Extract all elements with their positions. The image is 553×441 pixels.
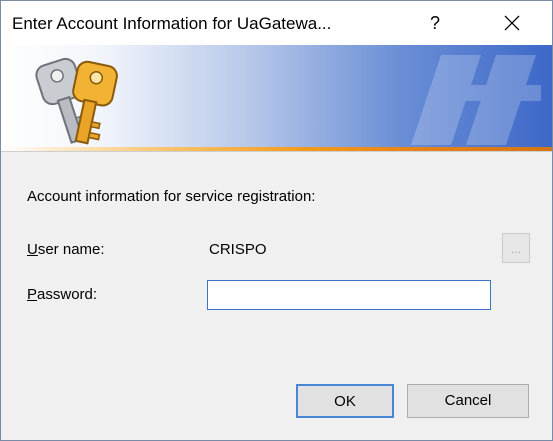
password-label: Password: — [27, 286, 97, 303]
form-area: Account information for service registra… — [1, 152, 552, 440]
cancel-button[interactable]: Cancel — [407, 384, 529, 418]
banner-watermark-icon — [411, 55, 541, 145]
form-heading: Account information for service registra… — [27, 188, 316, 205]
password-label-mnemonic: P — [27, 286, 38, 303]
account-dialog: Enter Account Information for UaGatewa..… — [0, 0, 553, 441]
header-banner — [1, 45, 552, 151]
browse-button[interactable]: ... — [502, 233, 530, 263]
username-label-mnemonic: U — [27, 241, 38, 258]
password-field[interactable] — [207, 280, 491, 310]
password-label-text: assword: — [37, 286, 98, 303]
ok-button[interactable]: OK — [296, 384, 394, 418]
username-label: User name: — [27, 241, 105, 258]
keys-icon — [35, 57, 118, 145]
username-label-text: ser name: — [37, 241, 105, 258]
close-button[interactable] — [490, 8, 534, 38]
title-bar: Enter Account Information for UaGatewa..… — [1, 1, 552, 45]
window-title: Enter Account Information for UaGatewa..… — [12, 14, 332, 33]
username-value: CRISPO — [209, 241, 267, 258]
close-icon — [504, 15, 520, 31]
help-button[interactable]: ? — [419, 8, 451, 38]
